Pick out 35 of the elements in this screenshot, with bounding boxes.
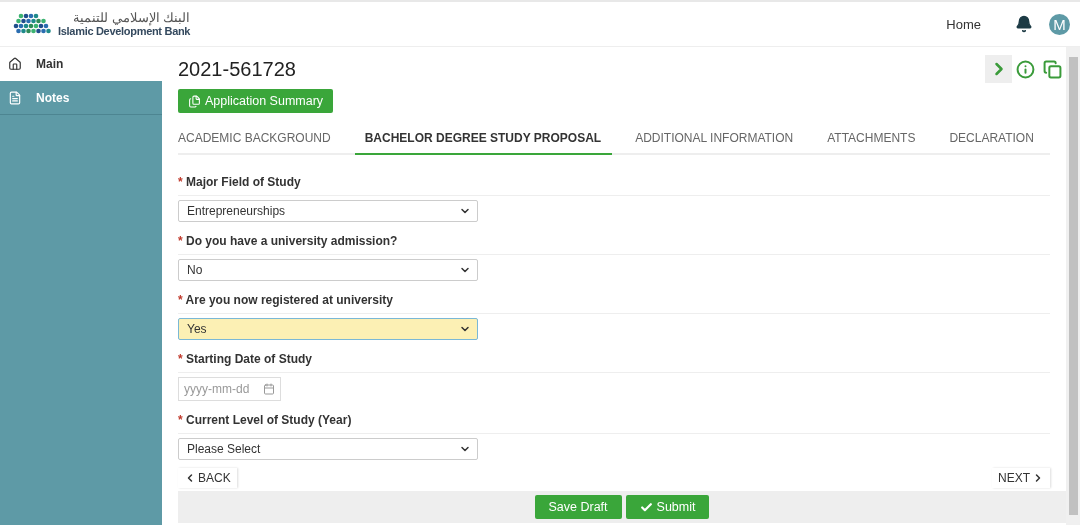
select-field[interactable]: Entrepreneurships [178, 200, 478, 222]
logo-arabic-text: البنك الإسلامي للتنمية [72, 10, 191, 25]
info-icon [1016, 59, 1035, 79]
sidebar-item[interactable]: Main [0, 47, 162, 81]
copy-icon [1043, 59, 1062, 79]
tab[interactable]: ADDITIONAL INFORMATION [625, 123, 805, 155]
field-label: * Current Level of Study (Year) [178, 401, 1050, 434]
document-icon [8, 90, 22, 105]
sidebar-item[interactable]: Notes [0, 81, 162, 115]
field-label: * Are you now registered at university [178, 281, 1050, 314]
select-field[interactable]: Please Select [178, 438, 478, 460]
tab[interactable]: DECLARATION [939, 123, 1045, 155]
page-title: 2021-561728 [178, 57, 296, 81]
select-field[interactable]: Yes [178, 318, 478, 340]
field-label: * Starting Date of Study [178, 340, 1050, 373]
tab[interactable]: BACHELOR DEGREE STUDY PROPOSAL [354, 123, 613, 155]
expand-button[interactable] [985, 55, 1012, 83]
save-draft-button[interactable]: Save Draft [534, 495, 622, 519]
application-summary-button[interactable]: Application Summary [178, 89, 334, 113]
submit-button[interactable]: Submit [625, 495, 710, 519]
tab[interactable]: ACADEMIC BACKGROUND [178, 123, 342, 155]
notification-icon[interactable] [1015, 15, 1033, 33]
documents-icon [188, 94, 201, 108]
select-field[interactable]: No [178, 259, 478, 281]
field-label: * Major Field of Study [178, 163, 1050, 196]
back-button[interactable]: BACK [178, 468, 237, 488]
home-icon [8, 56, 22, 71]
calendar-icon [263, 383, 275, 395]
check-icon [639, 500, 653, 514]
next-button[interactable]: NEXT [992, 468, 1050, 488]
home-link[interactable]: Home [946, 16, 981, 32]
tab[interactable]: ATTACHMENTS [817, 123, 927, 155]
field-label: * Do you have a university admission? [178, 222, 1050, 255]
user-avatar[interactable]: M [1049, 13, 1070, 35]
logo-text: Islamic Development Bank [58, 24, 191, 38]
